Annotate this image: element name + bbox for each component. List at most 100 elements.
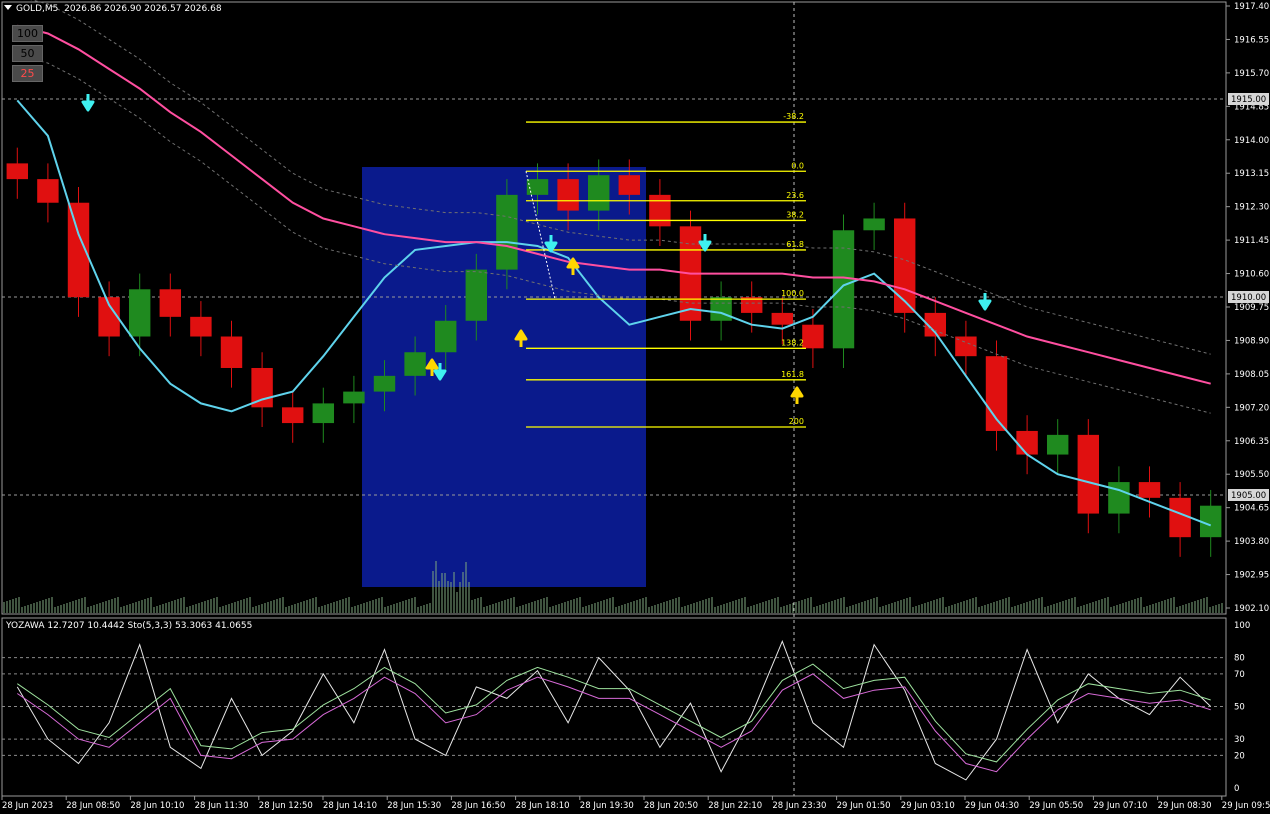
time-tick-label: 28 Jun 20:50 [644,801,698,811]
zoom-button-50[interactable]: 50 [12,45,43,62]
time-tick-label: 28 Jun 15:30 [387,801,441,811]
indicator-axis-label: 50 [1234,703,1245,713]
zoom-button-25[interactable]: 25 [12,65,43,82]
chart-window[interactable]: { "header":{"symbol":"GOLD,M5","ohlc":"2… [0,0,1270,814]
fib-level-label: 61.8 [786,240,804,249]
price-bar [37,179,59,203]
time-tick-label: 29 Jun 03:10 [901,801,955,811]
zoom-button-100[interactable]: 100 [12,25,43,42]
time-tick-label: 29 Jun 04:30 [965,801,1019,811]
price-tick-label: 1912.30 [1234,203,1269,213]
price-bar [434,320,457,353]
time-tick-label: 28 Jun 08:50 [66,801,120,811]
indicator-axis-label: 100 [1234,621,1250,631]
price-bar [496,194,518,270]
zoom-label-100: 100 [17,27,38,40]
sell-arrow-icon [81,94,95,112]
indicator-axis-label: 80 [1234,654,1245,664]
dropdown-triangle-icon[interactable] [4,5,12,10]
price-tick-label: 1915.70 [1234,69,1269,79]
indicator-axis-label: 20 [1234,751,1245,761]
price-bar [771,312,794,325]
time-tick-label: 29 Jun 05:50 [1029,801,1083,811]
zoom-label-25: 25 [20,67,35,80]
price-tick-label: 1908.05 [1234,370,1269,380]
time-tick-label: 28 Jun 10:10 [130,801,184,811]
time-tick-label: 28 Jun 16:50 [451,801,505,811]
time-tick-label: 28 Jun 18:10 [516,801,570,811]
price-bar [465,269,488,321]
time-tick-label: 28 Jun 11:30 [195,801,249,811]
price-bar [649,194,671,227]
price-bar [710,297,732,321]
price-tick-label: 1917.40 [1234,2,1269,12]
fib-level-label: 161.8 [781,370,804,379]
fib-level-label: 138.2 [781,338,804,347]
price-tick-label: 1911.45 [1234,236,1269,246]
indicator-axis-label: 30 [1234,735,1245,745]
price-bar [312,403,335,424]
price-tick-label: 1909.75 [1234,303,1269,313]
buy-arrow-icon [790,386,804,404]
price-bar [863,218,885,231]
price-bar [1016,430,1038,455]
fib-level-label: 23.6 [786,191,804,200]
stochastic-main-line [16,639,1212,781]
fib-level-label: 38.2 [786,210,804,219]
fib-level-label: 0.0 [791,161,804,170]
price-tick-label: 1910.60 [1234,270,1269,280]
fib-level-label: -38.2 [783,112,804,121]
symbol-header: GOLD,M5 2026.86 2026.90 2026.57 2026.68 [4,4,222,14]
time-tick-label: 29 Jun 08:30 [1158,801,1212,811]
price-bar [893,218,916,313]
price-tick-label: 1906.35 [1234,437,1269,447]
fib-level-label: 200 [789,417,804,426]
price-tick-label: 1916.55 [1234,35,1269,45]
price-bar [159,289,182,317]
time-tick-label: 29 Jun 01:50 [837,801,891,811]
time-tick-label: 28 Jun 12:50 [259,801,313,811]
zoom-label-50: 50 [20,47,35,60]
indicator-label: YOZAWA 12.7207 10.4442 Sto(5,3,3) 53.306… [6,621,253,631]
indicator-axis-label: 70 [1234,670,1245,680]
price-tick-label: 1913.15 [1234,169,1269,179]
price-bar [281,407,304,424]
price-tick-label: 1907.20 [1234,403,1269,413]
price-tick-label: 1902.95 [1234,571,1269,581]
price-bar [1138,482,1161,498]
price-label-box-text: 1915.00 [1231,95,1266,105]
price-bar [557,179,579,211]
time-tick-label: 28 Jun 23:30 [772,801,826,811]
price-label-box-text: 1910.00 [1231,293,1266,303]
price-label-box-text: 1905.00 [1231,491,1266,501]
fib-level-label: 100.0 [781,289,804,298]
time-tick-label: 29 Jun 09:50 [1222,801,1270,811]
sell-arrow-icon [978,293,992,311]
time-tick-label: 28 Jun 2023 [2,801,53,811]
time-tick-label: 29 Jun 07:10 [1093,801,1147,811]
price-bar [587,175,610,211]
price-tick-label: 1914.00 [1234,136,1269,146]
time-tick-label: 28 Jun 19:30 [580,801,634,811]
ohlc-values: 2026.86 2026.90 2026.57 2026.68 [64,4,222,14]
price-bar [220,336,243,368]
time-tick-label: 28 Jun 14:10 [323,801,377,811]
price-bar [1046,434,1069,455]
price-tick-label: 1904.65 [1234,504,1269,514]
indicator-axis-label: 0 [1234,784,1239,794]
price-tick-label: 1903.80 [1234,537,1269,547]
price-bar [373,375,396,392]
price-bar [618,175,641,195]
price-bar [404,352,426,376]
time-tick-label: 28 Jun 22:10 [708,801,762,811]
symbol-name: GOLD,M5 [16,4,59,14]
price-tick-label: 1905.50 [1234,470,1269,480]
price-bar [128,289,151,337]
sell-arrow-icon [698,234,712,252]
price-bar [1077,434,1100,514]
price-tick-label: 1908.90 [1234,336,1269,346]
price-tick-label: 1902.10 [1234,604,1269,614]
price-bar [802,324,824,349]
price-bar [190,316,212,337]
price-bar [1108,482,1130,514]
